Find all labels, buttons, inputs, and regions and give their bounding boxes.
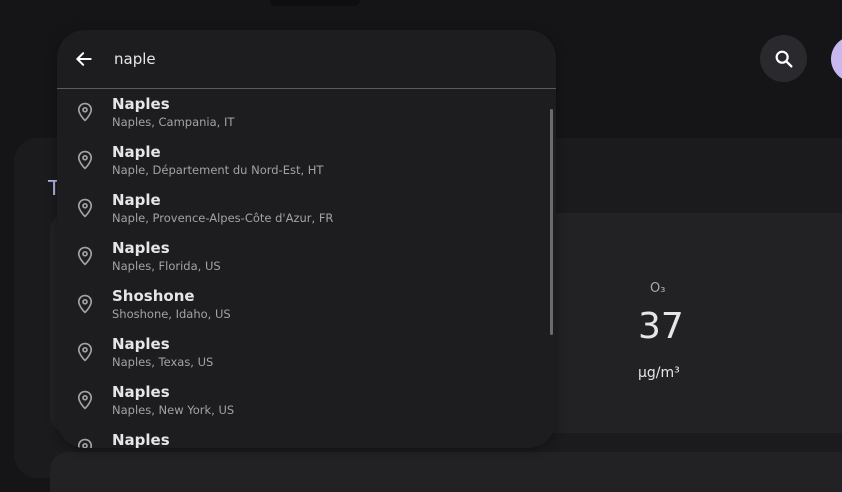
location-pin-icon: [74, 389, 96, 411]
search-result-texts: Naples Naples, Texas, US: [112, 334, 213, 370]
next-card: [50, 452, 842, 492]
search-result-item[interactable]: Shoshone Shoshone, Idaho, US: [57, 281, 556, 329]
search-result-title: Shoshone: [112, 287, 195, 305]
location-pin-icon: [74, 245, 96, 267]
search-result-title: Naples: [112, 335, 170, 353]
search-result-item[interactable]: Naple Naple, Département du Nord-Est, HT: [57, 137, 556, 185]
search-result-title: Naples: [112, 431, 170, 448]
search-result-texts: Naples Naples, New York, US: [112, 382, 234, 418]
search-result-title: Naple: [112, 143, 161, 161]
search-result-item[interactable]: Naples Naples, New York, US: [57, 377, 556, 425]
search-input[interactable]: [112, 49, 516, 69]
search-result-subtitle: Naples, New York, US: [112, 403, 235, 417]
search-result-item[interactable]: Naple Naple, Provence-Alpes-Côte d'Azur, …: [57, 185, 556, 233]
location-pin-icon: [74, 197, 96, 219]
location-pin-icon: [74, 341, 96, 363]
search-result-item[interactable]: Naples: [57, 425, 556, 448]
search-result-texts: Shoshone Shoshone, Idaho, US: [112, 286, 231, 322]
search-result-title: Naples: [112, 95, 170, 113]
search-result-texts: Naple Naple, Département du Nord-Est, HT: [112, 142, 323, 178]
location-pin-icon: [74, 149, 96, 171]
metric-value: 37: [638, 306, 684, 347]
search-result-texts: Naples Naples, Florida, US: [112, 238, 221, 274]
metric-unit: µg/m³: [638, 365, 680, 381]
metric-label: O₃: [650, 281, 666, 296]
location-pin-icon: [74, 437, 96, 448]
search-result-texts: Naple Naple, Provence-Alpes-Côte d'Azur, …: [112, 190, 333, 226]
search-result-subtitle: Naples, Texas, US: [112, 355, 214, 369]
avatar[interactable]: [831, 36, 842, 82]
search-result-texts: Naples: [112, 430, 170, 448]
search-results: Naples Naples, Campania, IT Naple Naple, Dé…: [57, 89, 556, 448]
back-button[interactable]: [66, 41, 102, 77]
search-result-subtitle: Naples, Florida, US: [112, 259, 221, 273]
search-result-title: Naples: [112, 239, 170, 257]
search-result-subtitle: Naple, Département du Nord-Est, HT: [112, 163, 324, 177]
search-result-subtitle: Naple, Provence-Alpes-Côte d'Azur, FR: [112, 211, 334, 225]
search-result-item[interactable]: Naples Naples, Campania, IT: [57, 89, 556, 137]
search-button[interactable]: [760, 35, 807, 82]
search-result-title: Naples: [112, 383, 170, 401]
results-scrollbar[interactable]: [550, 109, 553, 335]
search-result-item[interactable]: Naples Naples, Texas, US: [57, 329, 556, 377]
arrow-back-icon: [76, 52, 92, 66]
search-bar: [57, 30, 556, 88]
search-result-subtitle: Shoshone, Idaho, US: [112, 307, 231, 321]
location-pin-icon: [74, 293, 96, 315]
search-result-title: Naple: [112, 191, 161, 209]
location-pin-icon: [74, 101, 96, 123]
top-app-handle: [270, 0, 360, 6]
search-result-texts: Naples Naples, Campania, IT: [112, 94, 234, 130]
search-result-item[interactable]: Naples Naples, Florida, US: [57, 233, 556, 281]
search-popup: Naples Naples, Campania, IT Naple Naple, Dé…: [57, 30, 556, 448]
search-icon: [775, 50, 793, 68]
search-result-subtitle: Naples, Campania, IT: [112, 115, 235, 129]
